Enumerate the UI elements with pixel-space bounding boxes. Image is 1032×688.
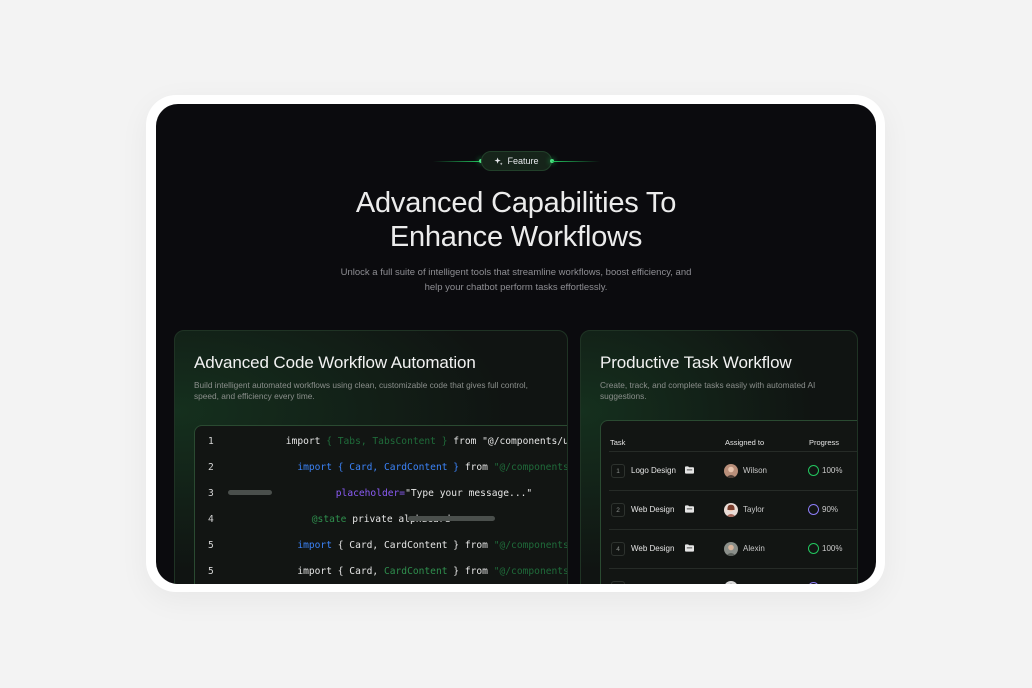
assignee-name: Alexin [743,544,765,553]
code-skeleton [408,516,495,521]
hero-subtitle: Unlock a full suite of intelligent tools… [316,265,716,295]
hero-title-line1: Advanced Capabilities To [355,187,677,219]
code-editor-panel: 1 import { Tabs, TabsContent } from "@/c… [194,425,568,584]
task-number: 1 [611,464,625,478]
task-card-description: Create, track, and complete tasks easily… [600,380,816,401]
feature-badge: Feature [481,151,552,171]
badge-label: Feature [507,156,539,166]
code-token: "@/components, [493,565,568,577]
task-table: Task Assigned to Progress 1 Logo Design … [600,420,857,584]
progress-ring [808,465,819,476]
task-card-title: Productive Task Workflow [600,353,792,372]
task-name: Web Design [631,505,675,514]
code-card-title: Advanced Code Workflow Automation [194,353,476,372]
task-number: 4 [611,542,625,556]
progress-ring [808,582,819,584]
code-token: { Tabs, TabsContent } [326,435,448,447]
code-token: from "@/components/ui/tabs, [453,435,567,447]
code-token: placeholder= [335,487,406,499]
table-row[interactable] [609,568,857,584]
line-number: 3 [208,487,214,499]
column-header-progress: Progress [809,438,840,447]
table-row[interactable]: 1 Logo Design Wilson 100% [609,451,857,490]
line-number: 4 [208,513,214,525]
code-token: from [459,461,494,473]
avatar [724,581,738,584]
feature-section: Feature Advanced Capabilities To Enhance… [156,104,876,584]
table-row[interactable]: 2 Web Design Taylor 90% [609,490,857,529]
task-name: Web Design [631,544,675,553]
code-skeleton [228,490,272,495]
task-name: Logo Design [631,466,676,475]
line-number: 5 [208,565,214,577]
code-token: { Card, CardContent } [331,539,465,551]
code-token: from [464,539,494,551]
line-number: 2 [208,461,214,473]
column-header-assigned: Assigned to [725,438,765,447]
progress-ring [808,504,819,515]
hero-subtitle-line1: Unlock a full suite of intelligent tools… [340,267,692,278]
assignee-name: Wilson [743,466,768,475]
hero-subtitle-line2: help your chatbot perform tasks effortle… [424,282,608,293]
folder-icon [685,544,694,552]
code-token: import [285,435,327,447]
code-token: "@/components, [493,461,568,473]
folder-icon [685,505,694,513]
task-number [611,581,625,584]
code-token: @state [311,513,347,525]
task-number: 2 [611,503,625,517]
line-number: 1 [208,435,214,447]
badge-line-right [552,161,600,162]
progress-value: 100% [822,544,843,553]
code-token: } from [447,565,494,577]
code-token: import { Card, CardContent } [285,461,460,473]
code-token: import { Card, [285,565,384,577]
line-number: 5 [208,539,214,551]
code-token: "@/components, [493,539,568,551]
progress-value: 100% [822,466,843,475]
progress-ring [808,543,819,554]
assignee-name: Taylor [743,505,765,514]
badge-line-left [433,161,481,162]
sparkle-icon [494,156,504,165]
avatar [724,503,738,517]
hero-title-line2: Enhance Workflows [389,221,643,253]
code-token: CardContent [383,565,448,577]
folder-icon [685,466,694,474]
code-token: "Type your message..." [405,487,533,499]
code-workflow-card: Advanced Code Workflow Automation Build … [174,330,568,584]
progress-value: 90% [822,505,839,514]
hero-title: Advanced Capabilities To Enhance Workflo… [156,186,876,254]
avatar [724,464,738,478]
column-header-task: Task [610,438,626,447]
code-token: import [285,539,332,551]
table-row[interactable]: 4 Web Design Alexin 100% [609,529,857,568]
code-card-description: Build intelligent automated workflows us… [194,380,528,401]
task-workflow-card: Productive Task Workflow Create, track, … [580,330,858,584]
feature-badge-row: Feature [156,151,876,173]
avatar [724,542,738,556]
